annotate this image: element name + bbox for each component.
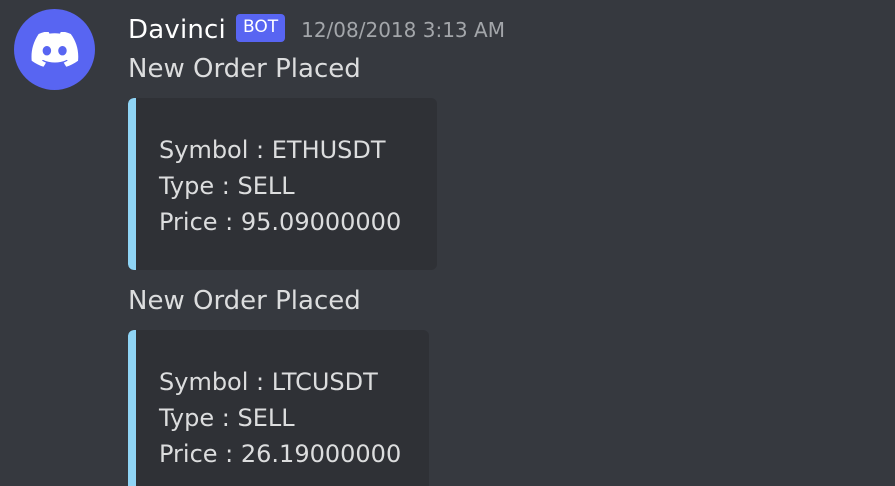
embed-type-line: Type : SELL — [159, 172, 295, 200]
order-embed: Symbol : ETHUSDT Type : SELL Price : 95.… — [128, 98, 437, 270]
author-username[interactable]: Davinci — [128, 15, 226, 45]
embed-price-line: Price : 95.09000000 — [159, 208, 402, 236]
embed-symbol-line: Symbol : LTCUSDT — [159, 368, 378, 396]
embed-description: Symbol : ETHUSDT Type : SELL Price : 95.… — [159, 132, 401, 240]
message-content: New Order Placed — [128, 286, 361, 316]
embed-accent-bar — [128, 330, 136, 486]
order-embed: Symbol : LTCUSDT Type : SELL Price : 26.… — [128, 330, 429, 486]
embed-description: Symbol : LTCUSDT Type : SELL Price : 26.… — [159, 364, 401, 472]
bot-badge: BOT — [235, 14, 286, 42]
embed-type-line: Type : SELL — [159, 404, 295, 432]
message-header: Davinci BOT 12/08/2018 3:13 AM — [128, 12, 505, 48]
discord-logo-icon — [31, 31, 78, 67]
avatar[interactable] — [14, 9, 95, 90]
message-timestamp[interactable]: 12/08/2018 3:13 AM — [301, 18, 505, 42]
embed-accent-bar — [128, 98, 136, 270]
embed-price-line: Price : 26.19000000 — [159, 440, 402, 468]
embed-symbol-line: Symbol : ETHUSDT — [159, 136, 386, 164]
message-content: New Order Placed — [128, 54, 361, 84]
